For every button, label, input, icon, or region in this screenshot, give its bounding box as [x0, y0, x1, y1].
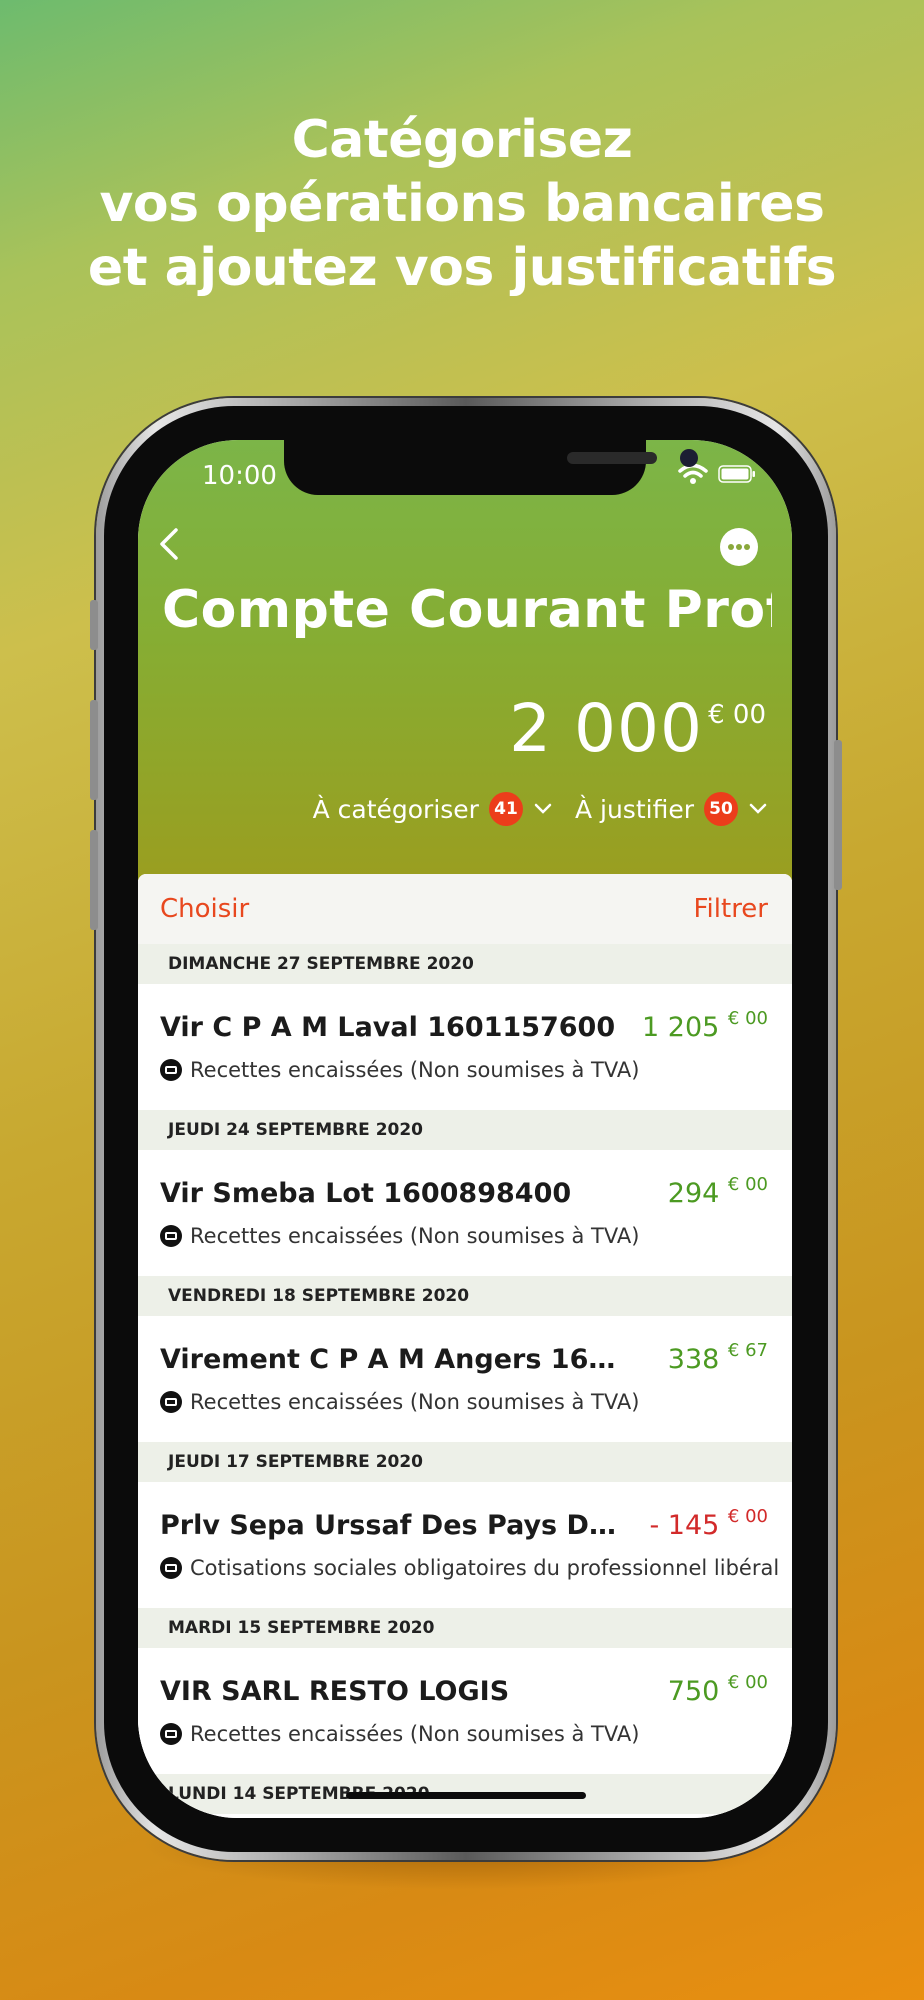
- front-camera: [680, 449, 698, 467]
- home-indicator: [346, 1792, 586, 1799]
- transaction-row[interactable]: VIR SARL RESTO LOGIS 750 € 00 Recettes e…: [138, 1648, 792, 1774]
- mute-switch: [90, 600, 98, 650]
- transaction-label: VIR SARL RESTO LOGIS: [160, 1676, 510, 1707]
- transaction-label: Vir Smeba Lot 1600898400: [160, 1178, 572, 1209]
- transaction-category: Recettes encaissées (Non soumises à TVA): [160, 1224, 639, 1248]
- category-wallet-icon: [160, 1723, 182, 1745]
- power-button: [834, 740, 842, 890]
- filter-to-justify[interactable]: À justifier 50: [575, 792, 768, 826]
- transaction-label: Vir C P A M Laval 1601157600: [160, 1012, 616, 1043]
- account-balance: 2 000 € 00: [509, 694, 766, 764]
- phone-notch: [284, 440, 698, 495]
- day-header: MARDI 15 SEPTEMBRE 2020: [138, 1608, 792, 1648]
- transaction-row[interactable]: Vir C P A M Laval 1601157600 1 205 € 00 …: [138, 984, 792, 1110]
- speaker-grille: [567, 452, 657, 464]
- volume-down-button: [90, 830, 98, 930]
- transaction-amount: - 145 € 00: [649, 1506, 768, 1541]
- phone-screen: 10:00 Compte Courant Prof... 2 000 € 00 …: [138, 440, 792, 1818]
- transaction-amount: 1 205 € 00: [642, 1008, 768, 1043]
- day-header: VENDREDI 18 SEPTEMBRE 2020: [138, 1276, 792, 1316]
- category-wallet-icon: [160, 1391, 182, 1413]
- volume-up-button: [90, 700, 98, 800]
- to-categorize-count-badge: 41: [488, 792, 523, 826]
- balance-cents: € 00: [708, 700, 766, 730]
- transaction-category: Recettes encaissées (Non soumises à TVA): [160, 1722, 639, 1746]
- chevron-down-icon: [749, 803, 767, 814]
- day-header: DIMANCHE 27 SEPTEMBRE 2020: [138, 944, 792, 984]
- transaction-amount: 338 € 67: [667, 1340, 768, 1375]
- transaction-category: Cotisations sociales obligatoires du pro…: [160, 1556, 779, 1580]
- day-header: JEUDI 24 SEPTEMBRE 2020: [138, 1110, 792, 1150]
- chevron-down-icon: [534, 803, 552, 814]
- filter-button[interactable]: Filtrer: [693, 894, 768, 924]
- filter-to-categorize-label: À catégoriser: [312, 794, 479, 824]
- transaction-label: Virement C P A M Angers 1600380...: [160, 1344, 630, 1375]
- headline-line-1: Catégorisez: [291, 110, 633, 170]
- transaction-category: Recettes encaissées (Non soumises à TVA): [160, 1058, 639, 1082]
- more-options-button[interactable]: [720, 528, 758, 566]
- filter-to-justify-label: À justifier: [574, 794, 694, 824]
- transaction-label: Prlv Sepa Urssaf Des Pays De La L...: [160, 1510, 630, 1541]
- category-wallet-icon: [160, 1557, 182, 1579]
- transaction-amount: 750 € 00: [667, 1672, 768, 1707]
- category-wallet-icon: [160, 1225, 182, 1247]
- transaction-row[interactable]: Vir Smeba Lot 1600898400 294 € 00 Recett…: [138, 1150, 792, 1276]
- transactions-list: Choisir Filtrer DIMANCHE 27 SEPTEMBRE 20…: [138, 874, 792, 1818]
- back-chevron-icon[interactable]: [156, 524, 182, 564]
- account-header: 10:00 Compte Courant Prof... 2 000 € 00 …: [138, 440, 792, 880]
- choose-button[interactable]: Choisir: [160, 894, 249, 924]
- filter-to-categorize[interactable]: À catégoriser 41: [313, 792, 575, 826]
- status-time: 10:00: [202, 461, 277, 491]
- day-header: JEUDI 17 SEPTEMBRE 2020: [138, 1442, 792, 1482]
- transaction-amount: 294 € 00: [667, 1174, 768, 1209]
- transaction-row[interactable]: Prlv Sepa Urssaf Des Pays De La L... - 1…: [138, 1482, 792, 1608]
- transaction-category: Recettes encaissées (Non soumises à TVA): [160, 1390, 639, 1414]
- transaction-row[interactable]: Virement C P A M Angers 1600380... 338 €…: [138, 1316, 792, 1442]
- battery-icon: [718, 465, 755, 483]
- headline-line-2: vos opérations bancaires: [99, 174, 825, 234]
- headline-line-3: et ajoutez vos justificatifs: [87, 238, 837, 298]
- list-toolbar: Choisir Filtrer: [138, 874, 792, 944]
- headline: Catégorisez vos opérations bancaires et …: [0, 108, 924, 300]
- category-wallet-icon: [160, 1059, 182, 1081]
- balance-amount: 2 000: [509, 690, 704, 767]
- account-title: Compte Courant Prof...: [162, 580, 772, 640]
- to-justify-count-badge: 50: [704, 792, 738, 826]
- quick-filters: À catégoriser 41 À justifier 50: [313, 792, 768, 826]
